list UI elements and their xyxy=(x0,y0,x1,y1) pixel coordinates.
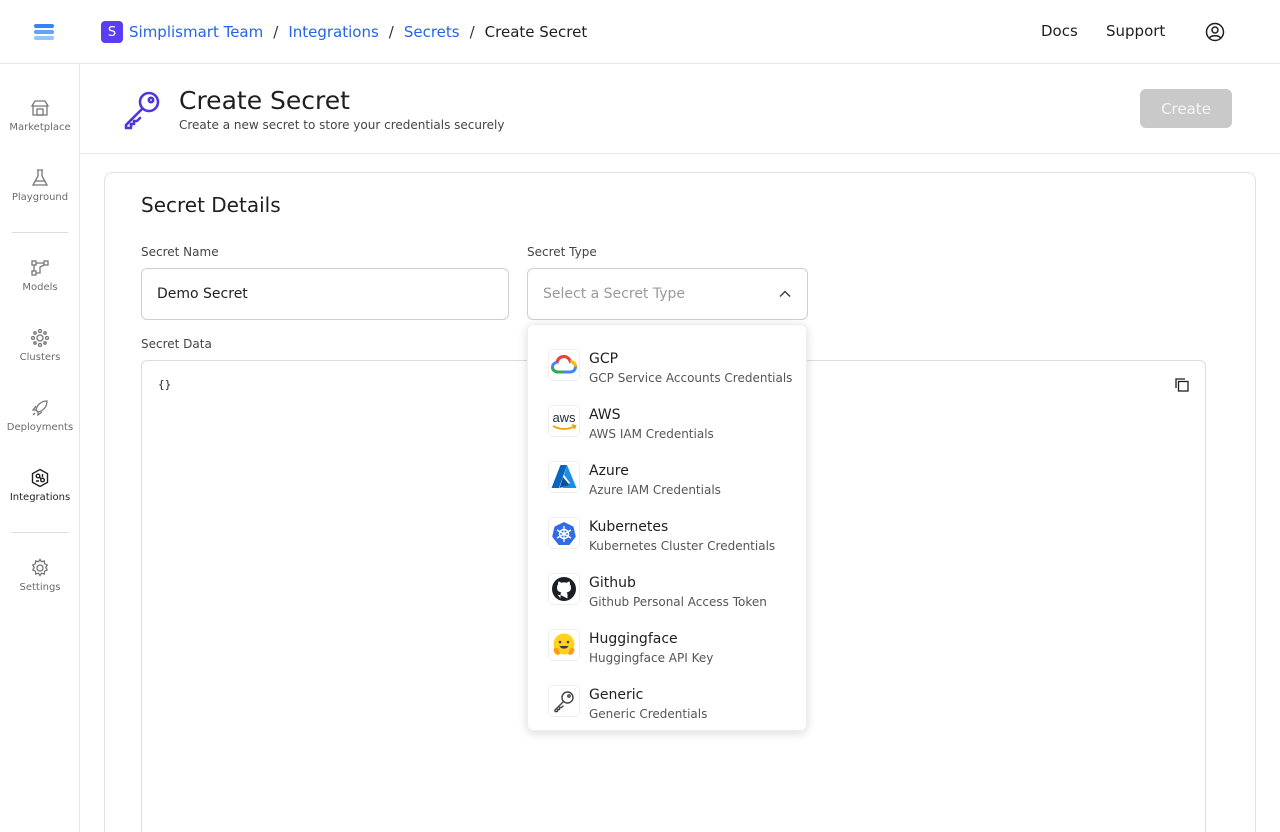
secret-data-content[interactable]: {} xyxy=(158,378,171,391)
kubernetes-icon xyxy=(548,517,580,549)
sidebar-item-playground[interactable]: Playground xyxy=(0,168,80,228)
breadcrumb-integrations-link[interactable]: Integrations xyxy=(288,23,378,41)
breadcrumb-current: Create Secret xyxy=(484,23,588,41)
option-name: Kubernetes xyxy=(589,519,669,535)
option-description: Azure IAM Credentials xyxy=(589,483,721,497)
chevron-up-icon xyxy=(779,290,791,298)
option-name: Generic xyxy=(589,687,644,703)
secret-type-label: Secret Type xyxy=(527,245,597,259)
store-icon xyxy=(30,100,50,116)
section-title: Secret Details xyxy=(141,193,281,217)
top-bar: S Simplismart Team / Integrations / Secr… xyxy=(0,0,1280,64)
sidebar-divider xyxy=(12,232,68,233)
support-link[interactable]: Support xyxy=(1106,22,1165,40)
option-description: Kubernetes Cluster Credentials xyxy=(589,539,776,553)
key-icon xyxy=(120,88,164,132)
sidebar-item-settings[interactable]: Settings xyxy=(0,558,80,618)
breadcrumb-separator: / xyxy=(469,23,475,41)
sidebar-item-label: Playground xyxy=(11,192,69,203)
secret-type-option-aws[interactable]: aws AWS AWS IAM Credentials xyxy=(528,391,808,447)
gcp-icon xyxy=(548,349,580,381)
huggingface-icon xyxy=(548,629,580,661)
option-description: AWS IAM Credentials xyxy=(589,427,714,441)
svg-text:aws: aws xyxy=(552,410,576,425)
option-description: Github Personal Access Token xyxy=(589,595,767,609)
sidebar-item-models[interactable]: Models xyxy=(0,258,80,318)
secret-type-dropdown: GCP GCP Service Accounts Credentials aws… xyxy=(527,324,807,731)
option-name: Huggingface xyxy=(589,631,678,647)
copy-icon[interactable] xyxy=(1174,377,1190,393)
model-graph-icon xyxy=(31,260,49,276)
secret-type-option-huggingface[interactable]: Huggingface Huggingface API Key xyxy=(528,615,808,671)
create-button[interactable]: Create xyxy=(1140,89,1232,128)
secret-type-option-generic[interactable]: Generic Generic Credentials xyxy=(528,671,808,727)
sidebar-item-label: Marketplace xyxy=(9,122,71,133)
flask-icon xyxy=(31,169,49,186)
github-icon xyxy=(548,573,580,605)
sidebar-item-label: Integrations xyxy=(9,492,71,503)
sidebar-item-label: Deployments xyxy=(6,422,74,433)
breadcrumb-separator: / xyxy=(273,23,279,41)
sidebar-item-deployments[interactable]: Deployments xyxy=(0,398,80,458)
account-icon[interactable] xyxy=(1205,22,1225,42)
azure-icon xyxy=(548,461,580,493)
option-name: Azure xyxy=(589,463,629,479)
page-subtitle: Create a new secret to store your creden… xyxy=(179,118,505,132)
page-title: Create Secret xyxy=(179,86,350,115)
option-description: Huggingface API Key xyxy=(589,651,714,665)
sidebar-item-marketplace[interactable]: Marketplace xyxy=(0,98,80,158)
docs-link[interactable]: Docs xyxy=(1041,22,1078,40)
sidebar-item-label: Models xyxy=(22,282,58,293)
breadcrumb: S Simplismart Team / Integrations / Secr… xyxy=(101,21,587,43)
secret-type-placeholder: Select a Secret Type xyxy=(543,286,686,302)
secret-data-label: Secret Data xyxy=(141,337,212,351)
secret-type-option-github[interactable]: Github Github Personal Access Token xyxy=(528,559,808,615)
breadcrumb-separator: / xyxy=(388,23,394,41)
breadcrumb-team-link[interactable]: Simplismart Team xyxy=(129,23,263,41)
page-header: Create Secret Create a new secret to sto… xyxy=(80,64,1280,154)
secret-name-label: Secret Name xyxy=(141,245,219,259)
gear-icon xyxy=(31,558,49,577)
rocket-icon xyxy=(31,400,48,417)
option-name: Github xyxy=(589,575,636,591)
secret-type-select[interactable]: Select a Secret Type xyxy=(527,268,808,320)
option-description: Generic Credentials xyxy=(589,707,708,721)
integrations-icon xyxy=(31,468,49,488)
sidebar-item-integrations[interactable]: Integrations xyxy=(0,468,80,528)
secret-type-option-azure[interactable]: Azure Azure IAM Credentials xyxy=(528,447,808,503)
option-name: AWS xyxy=(589,407,621,423)
aws-icon: aws xyxy=(548,405,580,437)
team-badge[interactable]: S xyxy=(101,21,123,43)
sidebar-item-label: Settings xyxy=(19,582,61,593)
secret-type-option-gcp[interactable]: GCP GCP Service Accounts Credentials xyxy=(528,335,808,391)
simplismart-logo-icon[interactable] xyxy=(30,18,58,46)
sidebar: Marketplace Playground Models Clusters D… xyxy=(0,64,80,832)
secret-name-input[interactable] xyxy=(141,268,509,320)
sidebar-item-clusters[interactable]: Clusters xyxy=(0,328,80,388)
option-name: GCP xyxy=(589,351,619,367)
option-description: GCP Service Accounts Credentials xyxy=(589,371,793,385)
breadcrumb-secrets-link[interactable]: Secrets xyxy=(404,23,460,41)
secret-type-option-kubernetes[interactable]: Kubernetes Kubernetes Cluster Credential… xyxy=(528,503,808,559)
key-icon xyxy=(548,685,580,717)
sidebar-item-label: Clusters xyxy=(19,352,61,363)
sidebar-divider xyxy=(12,532,68,533)
cluster-icon xyxy=(30,328,50,348)
